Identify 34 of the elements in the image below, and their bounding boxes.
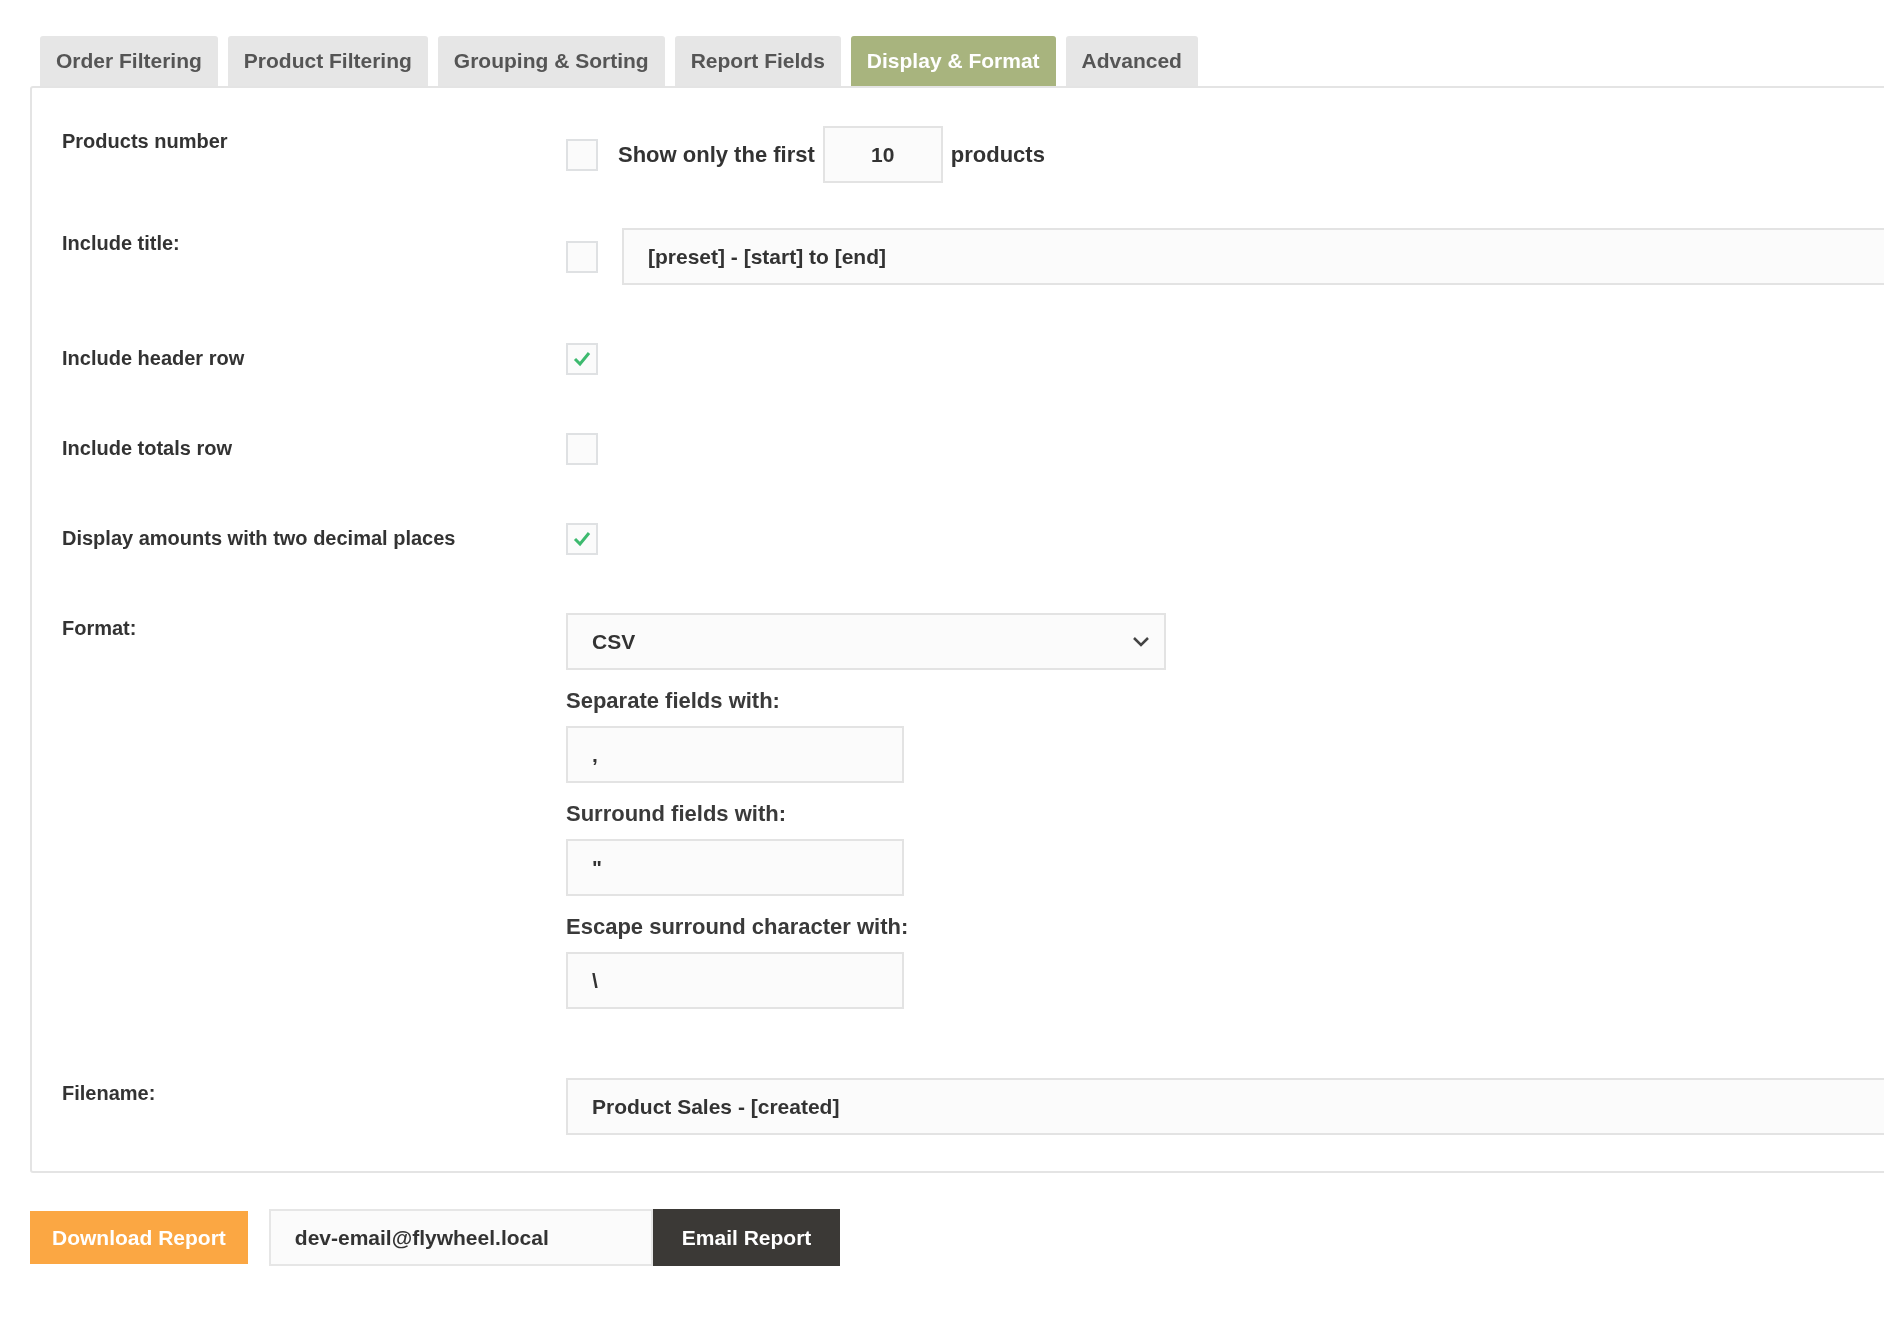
input-field[interactable]: \ (566, 952, 904, 1009)
setting-label: Format: (62, 616, 138, 641)
checkmark-icon (573, 531, 591, 547)
tab[interactable]: Grouping & Sorting (437, 36, 665, 86)
tab[interactable]: Order Filtering (40, 36, 218, 86)
email-field[interactable]: dev-email@flywheel.local (268, 1209, 653, 1266)
input-field[interactable]: , (566, 726, 904, 783)
setting-label: Include title: (62, 231, 181, 256)
option-text: products (950, 141, 1045, 168)
tab[interactable]: Report Fields (674, 36, 841, 86)
checkbox[interactable] (566, 240, 598, 273)
field-label: Surround fields with: (566, 801, 786, 827)
checkbox[interactable] (566, 523, 598, 555)
field-label: Escape surround character with: (566, 914, 909, 940)
setting-label: Products number (62, 129, 229, 154)
tab[interactable]: Advanced (1065, 36, 1198, 86)
filename-field[interactable]: Product Sales - [created] (566, 1078, 1884, 1135)
email-report-button[interactable]: Email Report (652, 1209, 841, 1266)
setting-label: Include header row (62, 346, 246, 371)
title-field[interactable]: [preset] - [start] to [end] (622, 228, 1884, 285)
setting-label: Display amounts with two decimal places (62, 526, 457, 551)
checkbox[interactable] (566, 138, 598, 171)
checkbox[interactable] (566, 433, 598, 465)
chevron-down-icon (1132, 635, 1150, 648)
setting-label: Include totals row (62, 436, 234, 461)
checkmark-icon (573, 351, 591, 367)
setting-label: Filename: (62, 1081, 157, 1106)
number-field[interactable]: 10 (822, 126, 943, 183)
field-label: Separate fields with: (566, 688, 780, 714)
option-text: Show only the first (618, 141, 815, 168)
format-dropdown[interactable]: CSV (566, 613, 1166, 670)
checkbox[interactable] (566, 343, 598, 375)
tab[interactable]: Product Filtering (227, 36, 428, 86)
input-field[interactable]: " (566, 839, 904, 896)
